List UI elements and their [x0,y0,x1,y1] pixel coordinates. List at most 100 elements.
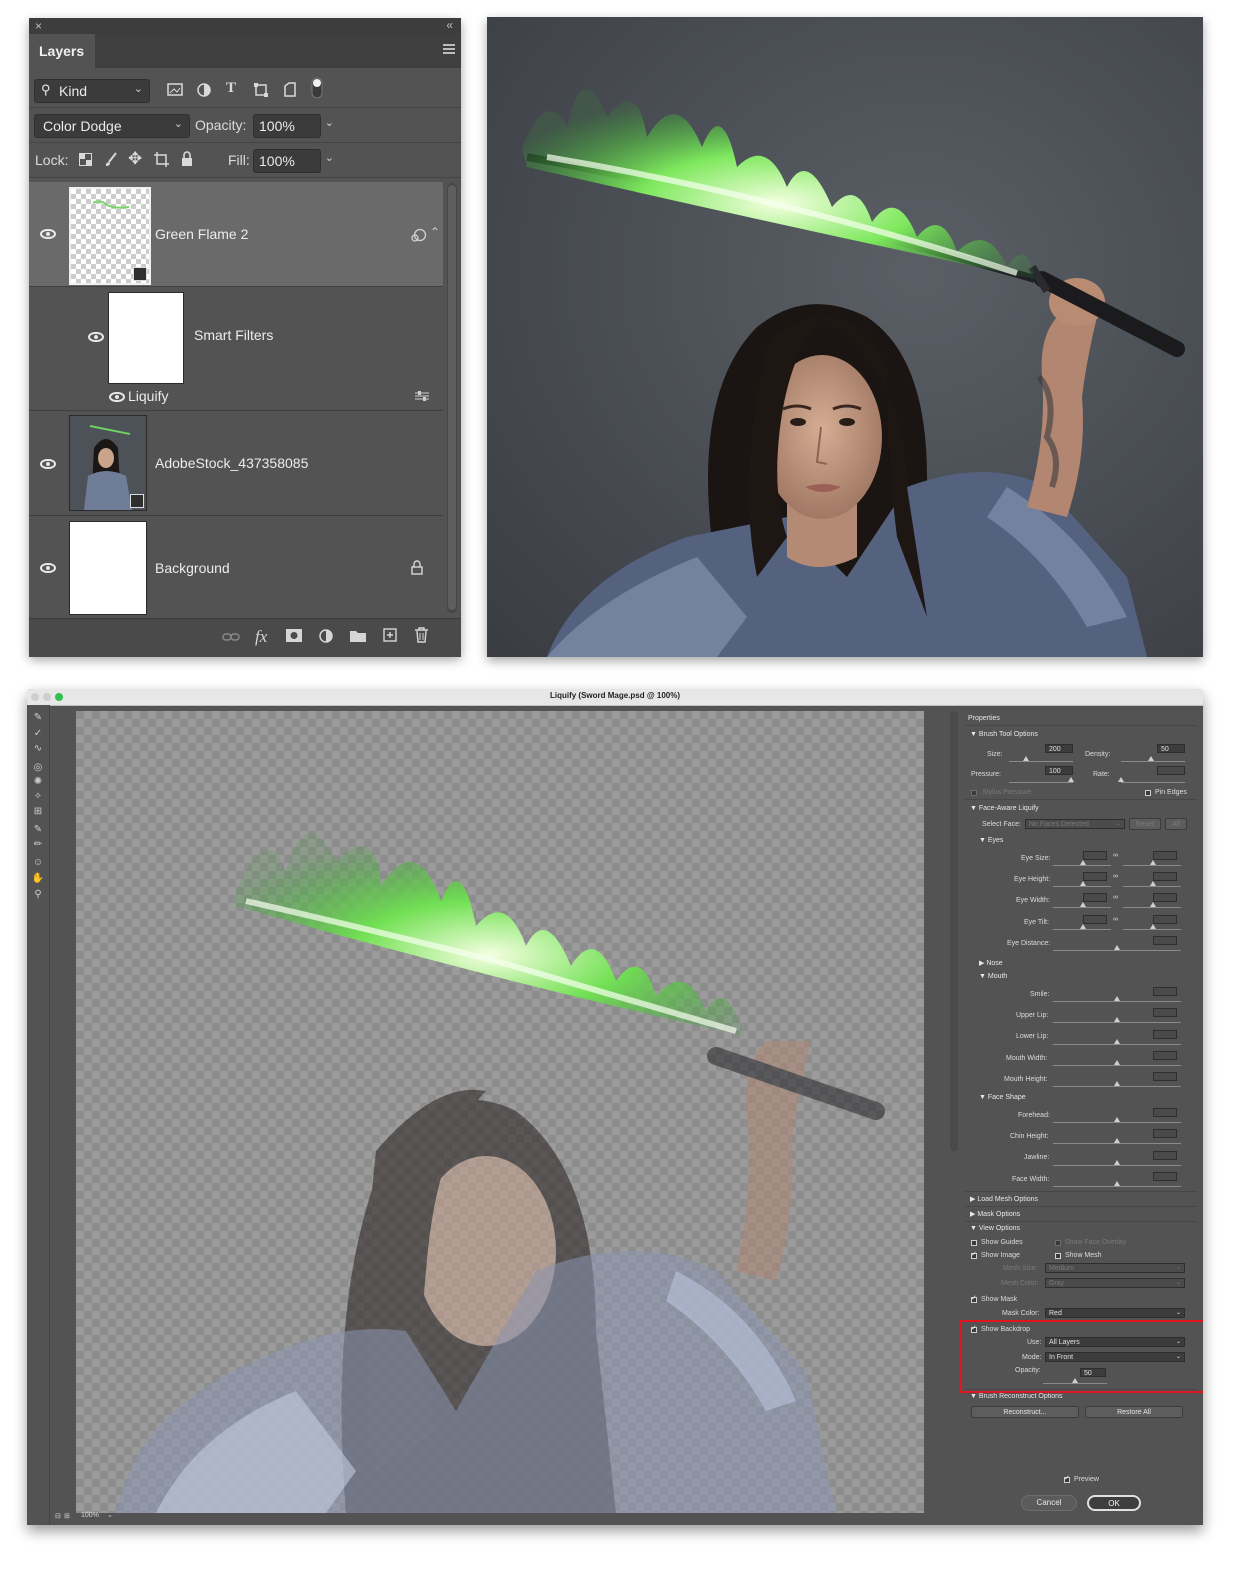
panel-menu-icon[interactable] [443,44,455,54]
lock-artboard-icon[interactable] [154,152,169,167]
slider-knob[interactable] [1114,1138,1120,1143]
freeze-mask-tool-icon[interactable]: ✎ [31,823,45,837]
size-slider[interactable] [1009,761,1073,762]
eye-width-left-slider[interactable] [1053,907,1111,908]
visibility-eye-icon[interactable] [109,392,125,402]
filter-kind-select[interactable]: ⚲ Kind ⌄ [34,79,150,103]
stylus-pressure-checkbox[interactable] [971,790,977,796]
bloat-tool-icon[interactable]: ✧ [31,790,45,804]
link-icon[interactable]: ∞ [1113,916,1118,923]
liquify-filter-name[interactable]: Liquify [128,388,168,404]
add-mask-icon[interactable] [286,629,302,642]
mask-options-header[interactable]: ▶ Mask Options [970,1210,1020,1218]
face-shape-header[interactable]: ▼ Face Shape [979,1094,1026,1101]
show-mask-checkbox[interactable] [971,1294,977,1303]
chevron-down-icon[interactable]: ⌄ [325,151,334,164]
visibility-eye-icon[interactable] [88,332,104,342]
opacity-input[interactable]: 100% ⌄ [253,114,334,138]
face-width-input[interactable] [1153,1172,1177,1181]
layer-row-adobestock[interactable]: AdobeStock_437358085 [29,411,443,516]
eye-tilt-right-input[interactable] [1153,915,1177,924]
size-input[interactable]: 200 [1045,744,1073,753]
blend-mode-select[interactable]: Color Dodge ⌄ [34,114,190,138]
chevron-down-icon[interactable]: ⌄ [325,116,334,129]
slider-knob[interactable] [1150,881,1156,886]
density-slider[interactable] [1121,761,1185,762]
lock-transparent-icon[interactable] [79,153,92,166]
upper-lip-slider[interactable] [1053,1022,1181,1023]
show-face-overlay-checkbox[interactable] [1055,1240,1061,1246]
layer-name[interactable]: Green Flame 2 [155,226,248,242]
fx-icon[interactable]: fx [255,627,267,647]
reconstruct-button[interactable]: Reconstruct... [971,1406,1079,1418]
smile-input[interactable] [1153,987,1177,996]
slider-knob[interactable] [1114,1181,1120,1186]
face-width-slider[interactable] [1053,1186,1181,1187]
layers-scrollbar[interactable] [447,183,457,613]
cancel-button[interactable]: Cancel [1021,1495,1077,1511]
pressure-slider-knob[interactable] [1068,777,1074,782]
mask-color-dropdown[interactable]: Red ⌄ [1045,1308,1185,1318]
mouth-width-input[interactable] [1153,1051,1177,1060]
density-slider-knob[interactable] [1148,756,1154,761]
pressure-slider[interactable] [1009,782,1073,783]
lock-position-icon[interactable]: ✥ [128,149,142,169]
reconstruct-tool-icon[interactable]: ✓ [31,727,45,741]
slider-knob[interactable] [1150,924,1156,929]
forehead-input[interactable] [1153,1108,1177,1117]
upper-lip-input[interactable] [1153,1008,1177,1017]
eye-size-left-input[interactable] [1083,851,1107,860]
zoom-in-icon[interactable]: ⊞ [64,1512,70,1520]
slider-knob[interactable] [1080,860,1086,865]
load-mesh-options-header[interactable]: ▶ Load Mesh Options [970,1195,1038,1203]
shape-filter-icon[interactable] [254,83,268,97]
adjustment-layer-icon[interactable] [319,629,333,643]
canvas-scrollbar[interactable] [950,711,958,1151]
layer-row-smart-filters[interactable]: Smart Filters Liquify [29,287,443,411]
brush-tool-options-header[interactable]: ▼ Brush Tool Options [970,731,1038,738]
nose-header[interactable]: ▶ Nose [979,959,1003,967]
zoom-tool-icon[interactable]: ⚲ [31,888,45,902]
zoom-out-icon[interactable]: ⊟ [55,1512,61,1520]
ok-button[interactable]: OK [1087,1495,1141,1511]
eye-distance-slider[interactable] [1053,950,1181,951]
smart-object-filter-icon[interactable] [283,82,297,97]
slider-knob[interactable] [1114,1017,1120,1022]
chin-height-input[interactable] [1153,1129,1177,1138]
select-face-dropdown[interactable]: No Faces Detected ⌄ [1025,819,1125,829]
chin-height-slider[interactable] [1053,1143,1181,1144]
eye-size-right-input[interactable] [1153,851,1177,860]
eye-tilt-left-input[interactable] [1083,915,1107,924]
forehead-slider[interactable] [1053,1122,1181,1123]
pucker-tool-icon[interactable]: ✺ [31,775,45,789]
slider-knob[interactable] [1114,1160,1120,1165]
eyes-header[interactable]: ▼ Eyes [979,837,1003,844]
adjustment-filter-icon[interactable] [197,83,211,97]
liquify-preview-canvas[interactable] [76,711,924,1513]
mesh-size-dropdown[interactable]: Medium ⌄ [1045,1263,1185,1273]
reset-face-button[interactable]: Reset [1129,818,1161,830]
tab-layers[interactable]: Layers [29,34,95,68]
slider-knob[interactable] [1114,1081,1120,1086]
mouth-width-slider[interactable] [1053,1065,1181,1066]
slider-knob[interactable] [1150,860,1156,865]
thaw-mask-tool-icon[interactable]: ✏ [31,838,45,852]
pin-edges-checkbox[interactable] [1145,790,1151,796]
link-layers-icon[interactable] [222,632,240,642]
smile-slider[interactable] [1053,1001,1181,1002]
face-aware-liquify-header[interactable]: ▼ Face-Aware Liquify [970,805,1039,812]
pixel-filter-icon[interactable] [167,83,183,97]
face-tool-icon[interactable]: ☺ [31,856,45,870]
new-layer-icon[interactable] [383,628,397,642]
type-filter-icon[interactable]: T [226,80,236,97]
scrollbar-thumb[interactable] [448,185,456,610]
trash-icon[interactable] [415,627,428,643]
slider-knob[interactable] [1080,924,1086,929]
forward-warp-tool-icon[interactable]: ✎ [31,711,45,725]
lower-lip-input[interactable] [1153,1030,1177,1039]
chevron-down-icon[interactable]: ⌄ [107,1511,113,1519]
slider-knob[interactable] [1114,1060,1120,1065]
visibility-eye-icon[interactable] [40,563,56,573]
hand-tool-icon[interactable]: ✋ [31,872,45,886]
restore-all-button[interactable]: Restore All [1085,1406,1183,1418]
